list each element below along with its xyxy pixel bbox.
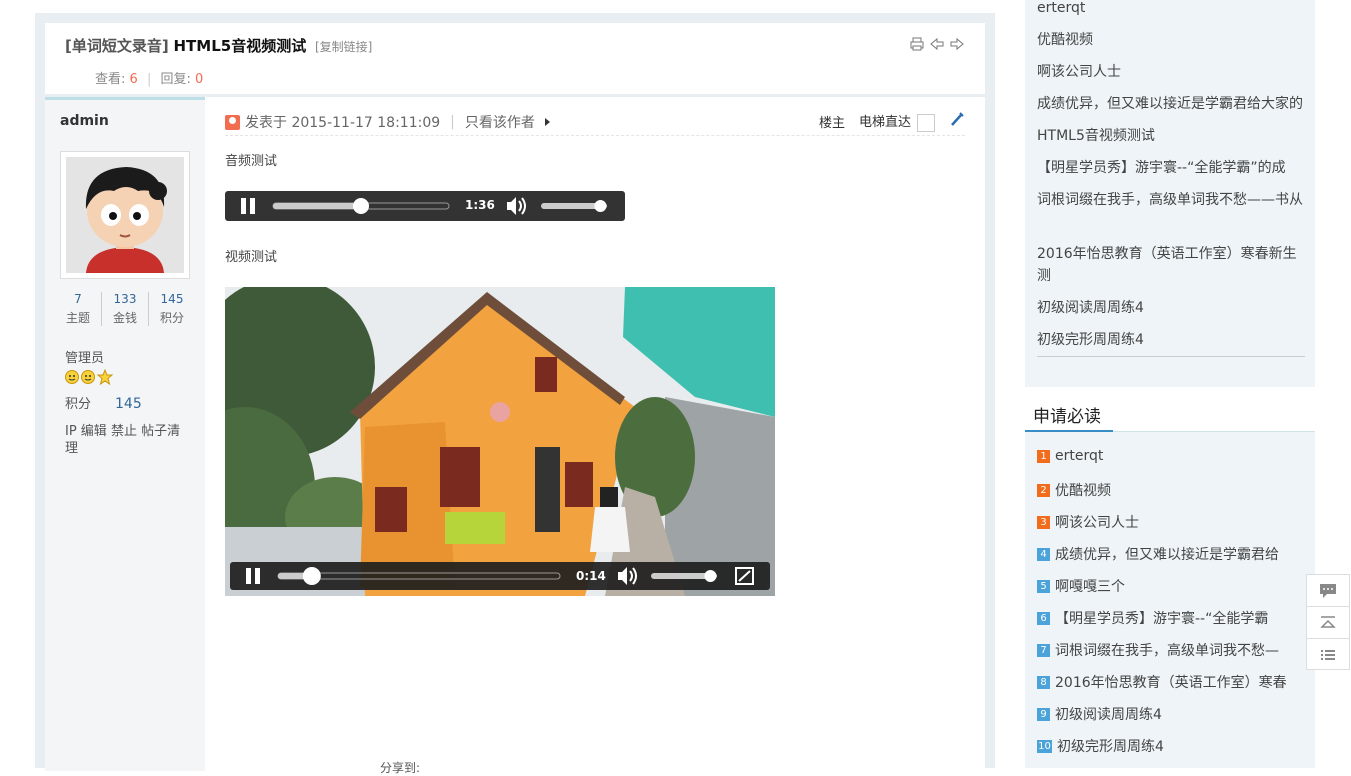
- sidebar-latest: erterqt 优酷视频 啊该公司人士 成绩优异，但又难以接近是学霸君给大家的 …: [1025, 0, 1315, 387]
- views-label: 查看:: [95, 72, 126, 87]
- ranking-item[interactable]: 7 词根词缀在我手，高级单词我不愁—: [1037, 640, 1279, 660]
- rank-icons: [65, 368, 114, 389]
- ranking-title: 申请必读: [1033, 407, 1101, 427]
- post-meta: 发表于 2015-11-17 18:11:09 | 只看该作者: [225, 112, 550, 132]
- sidebar-link[interactable]: HTML5音视频测试: [1037, 125, 1309, 147]
- meta-divider: [225, 135, 965, 136]
- sidebar-link[interactable]: 啊该公司人士: [1037, 61, 1309, 83]
- sidebar-link[interactable]: 成绩优异，但又难以接近是学霸君给大家的: [1037, 93, 1309, 115]
- sidebar-ranking: 申请必读 1 erterqt 2 优酷视频 3 啊该公司人士 4 成绩优异，但又难以接近…: [1025, 387, 1315, 768]
- ranking-item[interactable]: 8 2016年怡思教育（英语工作室）寒春: [1037, 672, 1287, 692]
- replies-label: 回复:: [160, 72, 191, 87]
- video-time: 0:14: [576, 569, 606, 583]
- sidebar-divider: [1037, 356, 1305, 357]
- ranking-item[interactable]: 6 【明星学员秀】游宇寰--“全能学霸: [1037, 608, 1268, 628]
- avatar[interactable]: [60, 151, 190, 279]
- thread-list-button[interactable]: [1307, 639, 1349, 670]
- ranking-item[interactable]: 5 啊嘎嘎三个: [1037, 576, 1125, 596]
- previous-thread-icon[interactable]: [929, 36, 945, 52]
- sidebar-link[interactable]: erterqt: [1037, 0, 1309, 19]
- replies-count: 0: [195, 72, 204, 87]
- user-icon: [225, 114, 240, 130]
- audio-player[interactable]: 1:36: [225, 191, 625, 221]
- admin-links[interactable]: IP 编辑 禁止 帖子清理: [65, 423, 185, 457]
- reply-button[interactable]: [1307, 575, 1349, 607]
- elevator-input[interactable]: [917, 113, 935, 132]
- sidebar-link[interactable]: 2016年怡思教育（英语工作室）寒春新生测: [1037, 243, 1309, 287]
- ranking-item[interactable]: 3 啊该公司人士: [1037, 512, 1139, 532]
- list-icon: [1321, 649, 1335, 660]
- ranking-item[interactable]: 4 成绩优异，但又难以接近是学霸君给: [1037, 544, 1279, 564]
- only-author-link[interactable]: 只看该作者: [465, 112, 535, 132]
- video-label: 视频测试: [225, 250, 278, 265]
- video-frame: [225, 287, 775, 596]
- thread-stats: 查看: 6 | 回复: 0: [95, 72, 204, 87]
- back-to-top-button[interactable]: [1307, 607, 1349, 639]
- thread-category[interactable]: [单词短文录音]: [65, 37, 169, 55]
- author-name[interactable]: admin: [60, 113, 109, 129]
- stat-topics[interactable]: 7 主题: [55, 292, 102, 326]
- ranking-item[interactable]: 2 优酷视频: [1037, 480, 1111, 500]
- score: 积分 145: [65, 396, 142, 412]
- post-content: 发表于 2015-11-17 18:11:09 | 只看该作者 楼主 电梯直达 …: [205, 97, 985, 775]
- stat-points[interactable]: 145 积分: [149, 292, 195, 326]
- comment-icon: [1320, 583, 1336, 598]
- floating-toolbar: [1306, 574, 1350, 670]
- sidebar-link[interactable]: 初级阅读周周练4: [1037, 297, 1309, 319]
- sidebar-link[interactable]: 优酷视频: [1037, 29, 1309, 51]
- ranking-item[interactable]: 10 初级完形周周练4: [1037, 736, 1164, 756]
- author-stats: 7 主题 133 金钱 145 积分: [55, 292, 195, 326]
- views-count: 6: [129, 72, 138, 87]
- sidebar-link[interactable]: 初级完形周周练4: [1037, 329, 1309, 351]
- fullscreen-icon: [735, 567, 754, 585]
- copy-link-button[interactable]: [复制链接]: [315, 40, 372, 54]
- thread-title-text: HTML5音视频测试: [173, 37, 307, 55]
- posted-time: 发表于 2015-11-17 18:11:09: [245, 115, 441, 131]
- ranking-item[interactable]: 9 初级阅读周周练4: [1037, 704, 1162, 724]
- volume-icon: [618, 567, 637, 585]
- edit-icon[interactable]: [949, 111, 965, 131]
- user-group[interactable]: 管理员: [65, 347, 104, 366]
- pause-icon: [246, 568, 260, 584]
- video-player[interactable]: 0:14: [225, 287, 775, 596]
- author-column: admin 7 主题 133 金钱 145 积分 管理员 积分 145 IP 编…: [45, 97, 205, 771]
- thread-title: [单词短文录音] HTML5音视频测试 [复制链接]: [65, 35, 372, 56]
- elevator: 电梯直达: [859, 111, 935, 132]
- stat-money[interactable]: 133 金钱: [102, 292, 149, 326]
- print-icon[interactable]: [909, 36, 925, 52]
- triangle-right-icon: [544, 118, 550, 126]
- video-controls[interactable]: 0:14: [230, 562, 770, 590]
- sidebar-link[interactable]: 词根词缀在我手，高级单词我不愁——书从: [1037, 189, 1309, 211]
- ranking-header: 申请必读: [1025, 387, 1315, 432]
- volume-icon: [507, 197, 526, 215]
- thread-header: [单词短文录音] HTML5音视频测试 [复制链接] 查看: 6 | 回复: 0: [45, 23, 985, 94]
- share-label: 分享到:: [380, 761, 421, 775]
- next-thread-icon[interactable]: [949, 36, 965, 52]
- pause-icon: [241, 198, 255, 214]
- audio-time: 1:36: [465, 198, 495, 212]
- audio-label: 音频测试: [225, 154, 278, 169]
- post: admin 7 主题 133 金钱 145 积分 管理员 积分 145 IP 编…: [45, 97, 985, 775]
- thread-tools: [909, 36, 965, 52]
- floor-label: 楼主: [818, 115, 845, 131]
- ranking-title-underline: [1025, 430, 1113, 432]
- ranking-item[interactable]: 1 erterqt: [1037, 448, 1103, 464]
- arrow-up-icon: [1320, 615, 1336, 628]
- sidebar-link[interactable]: 【明星学员秀】游宇寰--“全能学霸”的成: [1037, 157, 1309, 179]
- post-actions: 楼主 电梯直达: [819, 111, 965, 132]
